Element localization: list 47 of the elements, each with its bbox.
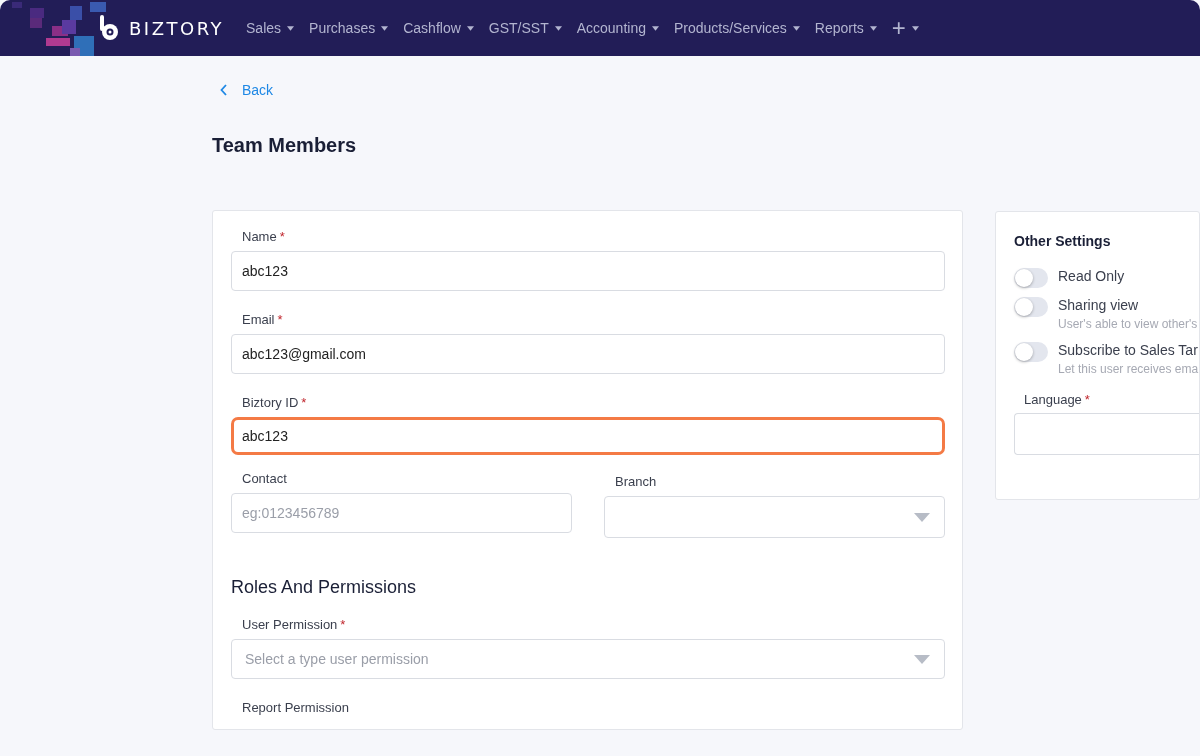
caret-icon[interactable] xyxy=(792,25,800,31)
toggle-switch[interactable] xyxy=(1014,268,1048,288)
caret-icon[interactable] xyxy=(287,25,295,31)
text-field[interactable]: abc123 xyxy=(231,251,945,291)
toggle-label: Subscribe to Sales Tar xyxy=(1058,341,1199,360)
nav-menu-item[interactable]: Cashflow xyxy=(403,14,474,42)
field-label: Branch xyxy=(615,474,657,489)
caret-icon[interactable] xyxy=(466,25,474,31)
caret-icon[interactable] xyxy=(911,25,919,31)
nav-menu-item[interactable]: Products/Services xyxy=(674,14,800,42)
caret-icon[interactable] xyxy=(381,25,389,31)
field-label: Name xyxy=(242,229,277,244)
field-label: User Permission xyxy=(242,617,338,632)
field-label: Contact xyxy=(242,471,287,486)
required-mark: * xyxy=(301,395,307,410)
nav-menu-item[interactable]: Accounting xyxy=(576,14,659,42)
field-label: Email xyxy=(242,312,275,327)
brand-name[interactable]: BIZTORY xyxy=(129,17,224,39)
card-title: Other Settings xyxy=(1014,233,1112,249)
toggle-label: Read Only xyxy=(1058,267,1125,286)
toggle-label: Sharing view xyxy=(1058,296,1140,315)
toggle-description: Let this user receives ema xyxy=(1058,361,1199,378)
contact-field[interactable]: eg:0123456789 xyxy=(231,493,572,533)
back-link[interactable]: Back xyxy=(220,82,963,98)
page-title: Team Members xyxy=(212,134,358,157)
nav-menu-item[interactable]: Reports xyxy=(814,14,877,42)
nav-menu-item[interactable]: GST/SST xyxy=(488,14,562,42)
nav-menu-item[interactable]: Sales xyxy=(246,14,295,42)
toggle-switch[interactable] xyxy=(1014,297,1048,317)
text-field[interactable]: abc123 xyxy=(231,417,945,455)
required-mark: * xyxy=(279,229,285,244)
required-mark: * xyxy=(340,617,346,632)
toggle-switch[interactable] xyxy=(1014,342,1048,362)
chevron-left-icon[interactable] xyxy=(220,84,228,96)
field-label: Language xyxy=(1024,392,1082,407)
field-label: Biztory ID xyxy=(242,395,299,410)
required-mark: * xyxy=(1084,392,1090,407)
required-mark: * xyxy=(277,312,283,327)
caret-icon[interactable] xyxy=(652,25,659,31)
nav-menu-item[interactable]: Purchases xyxy=(309,14,389,42)
toggle-description: User's able to view other's xyxy=(1058,316,1198,333)
text-field[interactable]: abc123@gmail.com xyxy=(231,334,945,374)
caret-icon[interactable] xyxy=(554,25,562,31)
field-label: Report Permission xyxy=(242,700,349,715)
section-heading: Roles And Permissions xyxy=(231,577,418,598)
add-menu[interactable]: + xyxy=(891,14,919,42)
caret-icon[interactable] xyxy=(869,25,877,31)
